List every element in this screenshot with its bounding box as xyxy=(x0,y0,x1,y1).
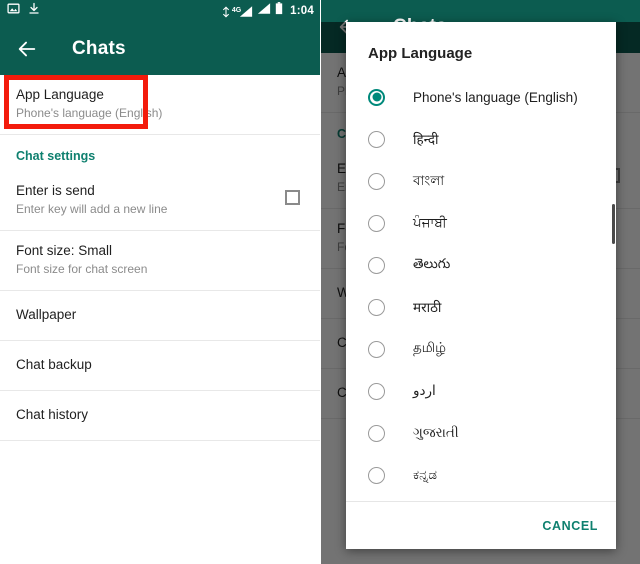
page-title: Chats xyxy=(72,37,126,59)
language-option-gujarati[interactable]: ગુજરાતી xyxy=(346,412,616,454)
language-option-bengali[interactable]: বাংলা xyxy=(346,160,616,202)
font-size-subtitle: Font size for chat screen xyxy=(16,262,148,276)
cancel-button[interactable]: CANCEL xyxy=(542,519,598,533)
app-language-title: App Language xyxy=(16,87,104,102)
signal-4g-icon: 4G xyxy=(222,5,253,18)
radio-selected-icon[interactable] xyxy=(368,88,385,106)
language-option-label: বাংলা xyxy=(413,172,445,188)
screenshot-root: 4G 1:04 Chats App Language Phone's langu… xyxy=(0,0,640,564)
app-language-subtitle: Phone's language (English) xyxy=(16,106,163,120)
enter-is-send-subtitle: Enter key will add a new line xyxy=(16,202,168,216)
chat-backup-title: Chat backup xyxy=(16,357,92,372)
dialog-footer: CANCEL xyxy=(346,501,616,549)
enter-is-send-checkbox[interactable] xyxy=(285,190,300,205)
language-option-hindi[interactable]: हिन्दी xyxy=(346,118,616,160)
app-bar: Chats xyxy=(0,22,320,75)
download-icon xyxy=(28,2,40,20)
radio-icon[interactable] xyxy=(368,214,385,232)
section-header-chat-settings: Chat settings xyxy=(0,134,320,171)
language-option-list[interactable]: Phone's language (English) हिन्दी বাংলা … xyxy=(346,76,616,501)
language-option-label: मराठी xyxy=(413,300,442,315)
wallpaper-title: Wallpaper xyxy=(16,307,77,322)
language-option-label: தமிழ் xyxy=(413,340,446,355)
radio-icon[interactable] xyxy=(368,172,385,190)
list-end-divider xyxy=(0,440,320,441)
signal-icon xyxy=(257,2,271,20)
clock-label: 1:04 xyxy=(290,5,314,17)
status-bar-right-icons: 4G 1:04 xyxy=(222,2,314,20)
language-option-tamil[interactable]: தமிழ் xyxy=(346,328,616,370)
enter-is-send-text: Enter is send Enter key will add a new l… xyxy=(16,182,285,218)
language-option-punjabi[interactable]: ਪੰਜਾਬੀ xyxy=(346,202,616,244)
language-option-label: اردو xyxy=(413,383,436,398)
language-option-telugu[interactable]: తెలుగు xyxy=(346,244,616,286)
language-option-phone-default[interactable]: Phone's language (English) xyxy=(346,76,616,118)
language-option-label: ਪੰਜਾਬੀ xyxy=(413,215,447,230)
settings-row-font-size[interactable]: Font size: Small Font size for chat scre… xyxy=(0,230,320,290)
radio-icon[interactable] xyxy=(368,466,385,484)
image-icon xyxy=(7,2,20,20)
battery-icon xyxy=(275,2,283,20)
font-size-title: Font size: Small xyxy=(16,243,113,258)
language-option-label: Phone's language (English) xyxy=(413,89,578,105)
language-option-urdu[interactable]: اردو xyxy=(346,370,616,412)
radio-icon[interactable] xyxy=(368,340,385,358)
settings-row-enter-is-send[interactable]: Enter is send Enter key will add a new l… xyxy=(0,171,320,230)
back-arrow-icon[interactable] xyxy=(16,38,38,60)
radio-icon[interactable] xyxy=(368,298,385,316)
radio-icon[interactable] xyxy=(368,130,385,148)
settings-list: App Language Phone's language (English) … xyxy=(0,75,320,441)
radio-icon[interactable] xyxy=(368,424,385,442)
radio-icon[interactable] xyxy=(368,256,385,274)
language-option-label: తెలుగు xyxy=(413,255,451,271)
language-option-label: ಕನ್ನಡ xyxy=(413,467,438,482)
status-bar-left-icons xyxy=(7,2,40,20)
dialog-scrollbar[interactable] xyxy=(612,204,615,244)
settings-row-wallpaper[interactable]: Wallpaper xyxy=(0,290,320,340)
settings-row-chat-history[interactable]: Chat history xyxy=(0,390,320,440)
app-language-dialog: App Language Phone's language (English) … xyxy=(346,22,616,549)
radio-icon[interactable] xyxy=(368,382,385,400)
network-type-label: 4G xyxy=(231,6,242,14)
right-phone-panel: 4G 1:04 Chats xyxy=(320,0,640,564)
chat-history-title: Chat history xyxy=(16,407,89,422)
left-phone-panel: 4G 1:04 Chats App Language Phone's langu… xyxy=(0,0,320,564)
enter-is-send-title: Enter is send xyxy=(16,183,95,198)
settings-row-app-language[interactable]: App Language Phone's language (English) xyxy=(0,75,320,134)
settings-row-chat-backup[interactable]: Chat backup xyxy=(0,340,320,390)
language-option-label: ગુજરાતી xyxy=(413,425,459,440)
language-option-kannada[interactable]: ಕನ್ನಡ xyxy=(346,454,616,496)
language-option-marathi[interactable]: मराठी xyxy=(346,286,616,328)
dialog-title: App Language xyxy=(368,45,473,62)
language-option-label: हिन्दी xyxy=(413,132,439,147)
status-bar: 4G 1:04 xyxy=(0,0,320,22)
